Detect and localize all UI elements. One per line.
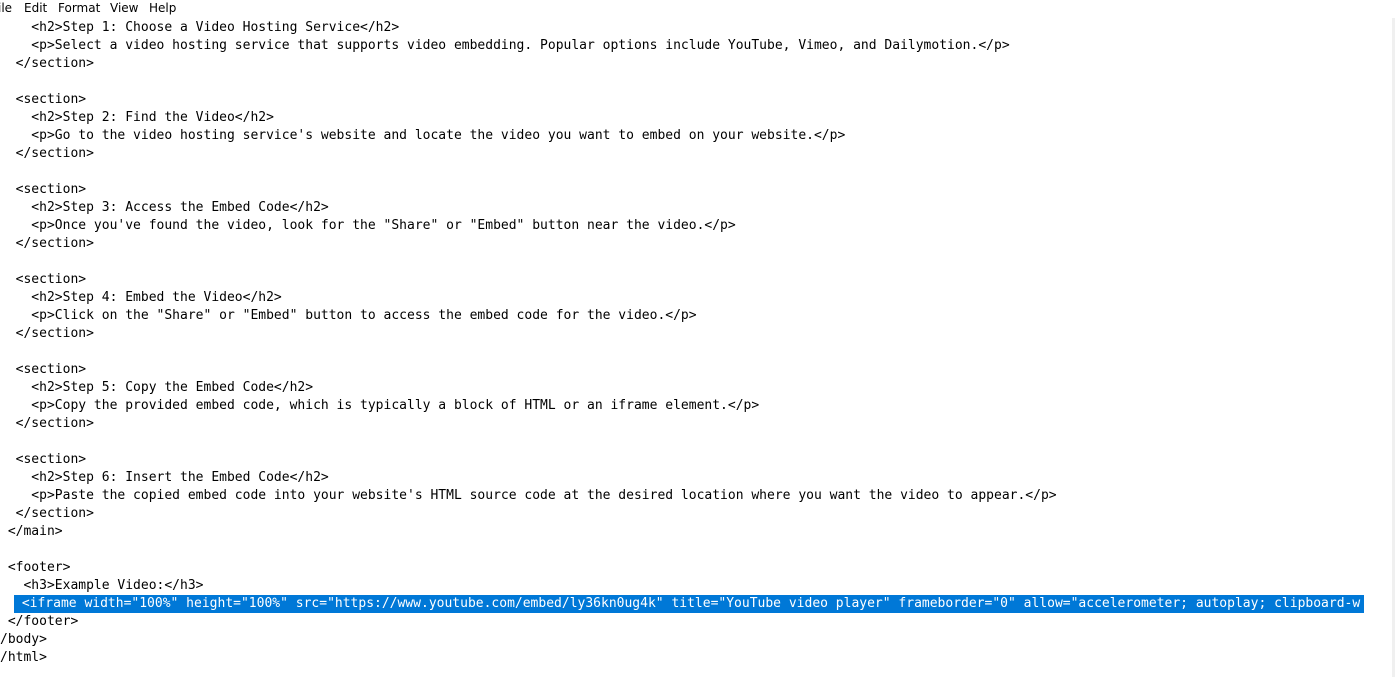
text-line: <footer>	[0, 560, 71, 575]
text-line: </section>	[0, 236, 94, 251]
text-line: <section>	[0, 272, 87, 287]
text-line: <h2>Step 1: Choose a Video Hosting Servi…	[0, 20, 400, 35]
text-line: </section>	[0, 326, 94, 341]
menu-help[interactable]: Help	[149, 0, 176, 17]
menu-format[interactable]: Format	[58, 0, 100, 17]
menu-view[interactable]: View	[110, 0, 138, 17]
text-editor-area[interactable]: <h2>Step 1: Choose a Video Hosting Servi…	[0, 18, 1392, 677]
text-line: <p>Copy the provided embed code, which i…	[0, 398, 760, 413]
notepad-window: ile Edit Format View Help <h2>Step 1: Ch…	[0, 0, 1395, 677]
text-line: <section>	[0, 92, 87, 107]
text-line: <section>	[0, 362, 87, 377]
text-line: </section>	[0, 506, 94, 521]
text-line: <p>Once you've found the video, look for…	[0, 218, 736, 233]
menu-bar: ile Edit Format View Help	[0, 0, 1395, 17]
text-line: </footer>	[0, 614, 79, 629]
text-line: /html>	[0, 650, 47, 665]
text-line: <section>	[0, 182, 87, 197]
text-line: </section>	[0, 416, 94, 431]
menu-edit[interactable]: Edit	[24, 0, 47, 17]
selected-text-line: <iframe width="100%" height="100%" src="…	[14, 595, 1365, 613]
text-line: <p>Click on the "Share" or "Embed" butto…	[0, 308, 697, 323]
text-line: <h2>Step 4: Embed the Video</h2>	[0, 290, 282, 305]
text-line: <h2>Step 5: Copy the Embed Code</h2>	[0, 380, 314, 395]
text-line: <p>Select a video hosting service that s…	[0, 38, 1010, 53]
text-line: <h3>Example Video:</h3>	[0, 578, 204, 593]
text-line: </section>	[0, 146, 94, 161]
text-line: <p>Paste the copied embed code into your…	[0, 488, 1057, 503]
text-line: <h2>Step 6: Insert the Embed Code</h2>	[0, 470, 329, 485]
text-line: <p>Go to the video hosting service's web…	[0, 128, 846, 143]
text-line: <section>	[0, 452, 87, 467]
text-line: <h2>Step 2: Find the Video</h2>	[0, 110, 274, 125]
text-line: /body>	[0, 632, 47, 647]
menu-file[interactable]: ile	[0, 0, 12, 17]
text-line: </section>	[0, 56, 94, 71]
text-line: <h2>Step 3: Access the Embed Code</h2>	[0, 200, 329, 215]
text-line: </main>	[0, 524, 63, 539]
